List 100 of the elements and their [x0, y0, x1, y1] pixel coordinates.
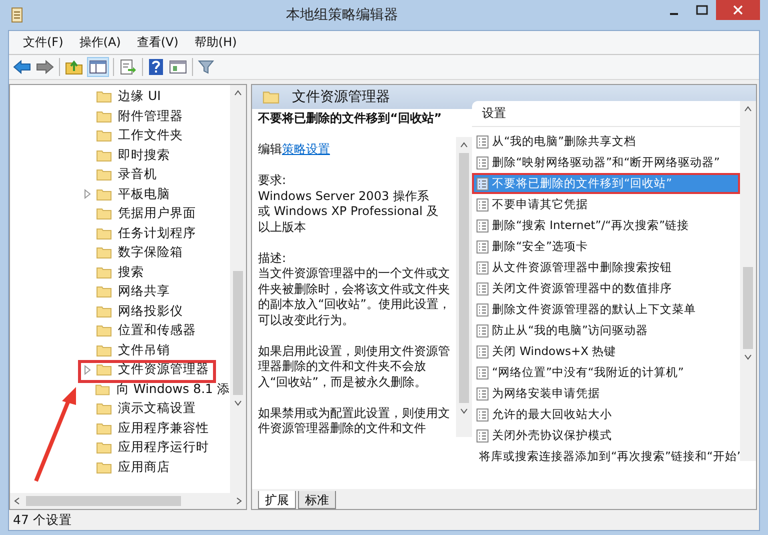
scroll-icon	[10, 7, 24, 23]
folder-icon	[96, 188, 112, 201]
folder-icon	[96, 422, 112, 435]
description-text: Windows Server 2003 操作系	[258, 188, 430, 204]
tree-item[interactable]: 边缘 UI	[118, 88, 161, 106]
tree-item[interactable]: 向 Windows 8.1 添	[116, 380, 230, 398]
tree-item[interactable]: 文件吊销	[118, 342, 170, 359]
setting-row[interactable]: 删除文件资源管理器的默认上下文菜单	[472, 299, 740, 320]
folder-up-icon[interactable]	[65, 59, 83, 75]
folder-icon	[96, 363, 112, 376]
folder-icon	[96, 266, 112, 279]
expand-arrow-icon[interactable]	[84, 189, 91, 200]
expand-arrow-icon[interactable]	[84, 364, 91, 375]
scrollbar-thumb[interactable]	[26, 496, 181, 506]
filter-icon[interactable]	[198, 59, 214, 75]
folder-icon	[96, 304, 112, 318]
setting-row[interactable]: 不要申请其它凭据	[472, 194, 740, 215]
vertical-scrollbar[interactable]	[456, 137, 472, 437]
vertical-scrollbar[interactable]	[740, 101, 756, 461]
folder-icon	[96, 344, 112, 357]
tree-item[interactable]: 应用商店	[118, 458, 170, 476]
view-tab[interactable]: 扩展	[258, 491, 296, 509]
scrollbar-thumb[interactable]	[743, 267, 753, 349]
folder-icon	[95, 382, 110, 396]
setting-row[interactable]: 允许的最大回收站大小	[472, 404, 740, 425]
panel-icon[interactable]	[169, 59, 187, 75]
policy-icon	[476, 134, 489, 148]
policy-icon	[476, 366, 489, 380]
setting-row[interactable]: 从“我的电脑”删除共享文档	[472, 131, 740, 152]
pane-toggle-icon[interactable]	[88, 58, 108, 76]
horizontal-scrollbar[interactable]	[10, 493, 246, 509]
scroll-up-icon[interactable]	[234, 90, 242, 96]
tree-item[interactable]: 网络共享	[118, 283, 170, 300]
menu-item[interactable]: 操作(A)	[71, 34, 129, 51]
folder-icon	[96, 324, 112, 338]
folder-icon	[96, 168, 112, 182]
folder-icon	[262, 90, 280, 104]
setting-row[interactable]: 关闭外壳协议保护模式	[472, 425, 740, 446]
menu-item[interactable]: 查看(V)	[128, 34, 186, 51]
scroll-up-icon[interactable]	[460, 142, 468, 148]
folder-icon	[96, 402, 112, 416]
tree-item[interactable]: 网络投影仪	[118, 302, 183, 320]
forward-arrow-icon[interactable]	[36, 60, 54, 74]
window-title: 本地组策略编辑器	[286, 6, 398, 24]
scrollbar-thumb[interactable]	[459, 153, 469, 403]
close-button[interactable]	[716, 0, 760, 20]
tree-item[interactable]: 平板电脑	[118, 186, 170, 203]
policy-icon	[476, 260, 489, 274]
tree-item[interactable]: 文件资源管理器	[118, 361, 209, 378]
description-text: 当文件资源管理器中的一个文件或文件夹被删除时，会将该文件或文件夹的副本放入“回收站”。使用此设置，可以改变此行为。	[258, 266, 452, 328]
tree-item[interactable]: 数字保险箱	[118, 244, 183, 262]
tree-item[interactable]: 录音机	[118, 166, 157, 184]
tree-item[interactable]: 应用程序兼容性	[118, 420, 209, 437]
description-text: 如果禁用或为配置此设置，则使用文件资源管理器删除的文件和文件	[258, 406, 451, 436]
policy-icon	[476, 324, 489, 338]
back-arrow-icon[interactable]	[13, 60, 31, 74]
setting-row[interactable]: 删除“安全”选项卡	[472, 236, 740, 257]
scroll-down-icon[interactable]	[234, 400, 242, 406]
tree-item[interactable]: 附件管理器	[118, 108, 183, 125]
setting-row[interactable]: 防止从“我的电脑”访问驱动器	[472, 320, 740, 341]
policy-icon	[476, 156, 489, 170]
setting-row[interactable]: 删除“映射网络驱动器”和“断开网络驱动器”	[472, 152, 740, 173]
description-text: 如果启用此设置，则使用文件资源管理器删除的文件和文件夹不会放入“回收站”，而是被永久删除。	[258, 344, 451, 390]
edit-label: 编辑	[258, 142, 282, 156]
view-tab[interactable]: 标准	[298, 491, 336, 509]
description-text: 或 Windows XP Professional 及	[258, 204, 440, 220]
setting-row[interactable]: “网络位置”中没有“我附近的计算机”	[472, 362, 740, 383]
scroll-down-icon[interactable]	[744, 354, 752, 360]
setting-row[interactable]: 关闭文件资源管理器中的数值排序	[472, 278, 740, 299]
policy-title: 不要将已删除的文件移到“回收站”	[258, 111, 443, 126]
folder-icon	[96, 110, 112, 123]
scroll-down-icon[interactable]	[460, 408, 468, 414]
folder-icon	[96, 148, 112, 162]
tree-item[interactable]: 搜索	[118, 264, 144, 281]
scroll-up-icon[interactable]	[744, 106, 752, 112]
setting-row[interactable]: 从文件资源管理器中删除搜索按钮	[472, 257, 740, 278]
tree-item[interactable]: 任务计划程序	[118, 224, 196, 242]
column-header[interactable]: 设置	[472, 101, 740, 127]
tree-item[interactable]: 即时搜索	[118, 146, 170, 164]
tree-item[interactable]: 应用程序运行时	[118, 439, 209, 456]
setting-row[interactable]: 关闭 Windows+X 热键	[472, 341, 740, 362]
scroll-left-icon[interactable]	[14, 497, 20, 505]
tree-item[interactable]: 工作文件夹	[118, 127, 183, 144]
policy-settings-link[interactable]: 策略设置	[282, 142, 330, 156]
export-list-icon[interactable]	[119, 59, 137, 75]
setting-row[interactable]: 删除“搜索 Internet”/“再次搜索”链接	[472, 215, 740, 236]
scrollbar-thumb[interactable]	[233, 271, 243, 395]
menu-item[interactable]: 帮助(H)	[186, 34, 245, 51]
vertical-scrollbar[interactable]	[230, 85, 246, 493]
tree-item[interactable]: 凭据用户界面	[118, 205, 196, 222]
scroll-right-icon[interactable]	[236, 497, 242, 505]
setting-row[interactable]: 为网络安装申请凭据	[472, 383, 740, 404]
folder-icon	[96, 285, 112, 298]
help-icon[interactable]	[148, 58, 164, 76]
menu-item[interactable]: 文件(F)	[15, 34, 72, 51]
tree-item[interactable]: 演示文稿设置	[118, 400, 196, 418]
minimize-icon	[669, 13, 679, 15]
policy-icon	[476, 198, 489, 212]
tree-item[interactable]: 位置和传感器	[118, 322, 196, 340]
policy-icon	[476, 386, 489, 400]
